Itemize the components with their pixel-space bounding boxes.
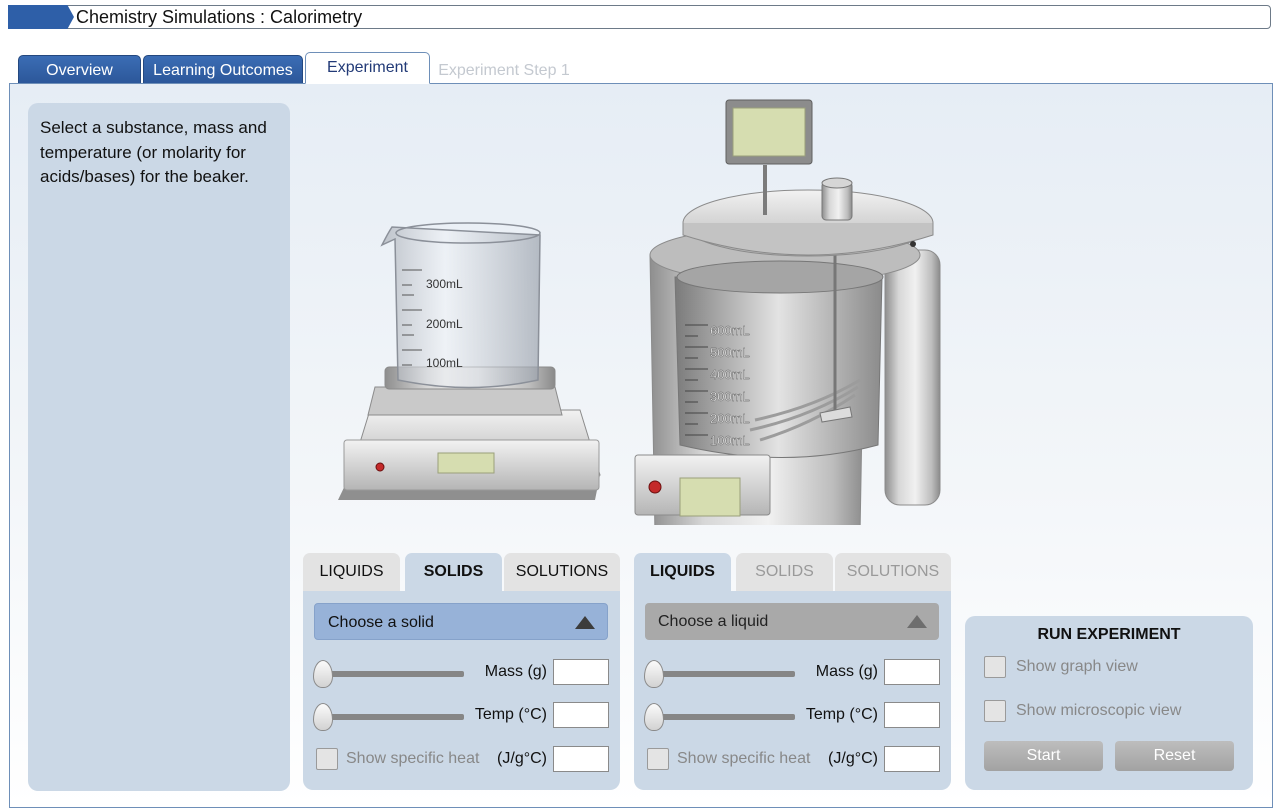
beaker-specific-heat-checkbox[interactable]: [316, 748, 338, 770]
beaker-controls: LIQUIDS SOLIDS SOLUTIONS Choose a solid …: [303, 553, 620, 790]
beaker-mass-input[interactable]: [553, 659, 609, 685]
calorimeter-dropdown-value: Choose a liquid: [658, 613, 769, 630]
beaker-temp-slider-track[interactable]: [323, 714, 464, 720]
tab-experiment-step-1: Experiment Step 1: [438, 62, 570, 79]
apparatus-illustration: 300mL 200mL 100mL 600mL 500mL 400mL 300m…: [338, 99, 941, 525]
run-experiment-title: RUN EXPERIMENT: [1037, 626, 1181, 643]
triangle-up-icon: [575, 616, 595, 629]
tab-learning-outcomes[interactable]: Learning Outcomes: [143, 55, 303, 84]
instruction-panel: Select a substance, mass and temperature…: [28, 103, 290, 791]
beaker-specific-heat-unit: (J/g°C): [497, 750, 547, 767]
calorimeter-tab-solutions: SOLUTIONS: [835, 553, 951, 591]
micro-view-row: Show microscopic view: [965, 698, 1281, 726]
beaker-mark: 100mL: [426, 356, 463, 370]
calorimeter-mass-row: Mass (g): [634, 659, 951, 688]
beaker-tab-solids[interactable]: SOLIDS: [405, 553, 502, 591]
beaker-dropdown-value: Choose a solid: [328, 614, 434, 631]
calorimeter-mass-slider-track[interactable]: [654, 671, 795, 677]
calorimeter: 600mL 500mL 400mL 300mL 200mL 100mL: [634, 99, 941, 525]
beaker-mass-row: Mass (g): [303, 659, 620, 688]
beaker-temp-row: Temp (°C): [303, 702, 620, 731]
graph-view-checkbox[interactable]: [984, 656, 1006, 678]
calorimeter-mark: 300mL: [710, 389, 750, 404]
beaker-mark: 200mL: [426, 317, 463, 331]
triangle-up-icon: [907, 615, 927, 628]
calorimeter-mark: 600mL: [710, 323, 750, 338]
calorimeter-tab-liquids[interactable]: LIQUIDS: [634, 553, 731, 591]
instruction-text: Select a substance, mass and temperature…: [40, 118, 267, 186]
window-title: Chemistry Simulations : Calorimetry: [76, 7, 363, 27]
beaker: 300mL 200mL 100mL: [380, 222, 541, 389]
beaker-specific-heat-input[interactable]: [553, 746, 609, 772]
tab-experiment[interactable]: Experiment: [305, 52, 430, 84]
graph-view-label: Show graph view: [1016, 658, 1138, 675]
beaker-temp-input[interactable]: [553, 702, 609, 728]
beaker-mass-label: Mass (g): [484, 663, 547, 680]
micro-view-label: Show microscopic view: [1016, 702, 1182, 719]
beaker-tab-solutions[interactable]: SOLUTIONS: [504, 553, 620, 591]
beaker-specific-heat-row: Show specific heat (J/g°C): [303, 746, 620, 774]
calorimeter-specific-heat-label: Show specific heat: [677, 750, 811, 767]
tab-overview[interactable]: Overview: [18, 55, 141, 84]
beaker-specific-heat-label: Show specific heat: [346, 750, 480, 767]
beaker-temp-label: Temp (°C): [474, 706, 547, 723]
title-tag-icon: [8, 5, 74, 29]
calorimeter-mark: 100mL: [710, 433, 750, 448]
calorimeter-specific-heat-unit: (J/g°C): [828, 750, 878, 767]
start-button[interactable]: Start: [984, 741, 1103, 771]
hot-plate-display: [437, 452, 495, 474]
beaker-controls-body: Choose a solid Mass (g) Temp (°C) Show s…: [303, 591, 620, 790]
slider-thumb-icon[interactable]: [644, 703, 664, 731]
calorimeter-display: [679, 477, 741, 517]
calorimeter-specific-heat-checkbox[interactable]: [647, 748, 669, 770]
run-experiment-panel: RUN EXPERIMENT Show graph view Show micr…: [965, 616, 1253, 790]
slider-thumb-icon[interactable]: [644, 660, 664, 688]
calorimeter-temp-input[interactable]: [884, 702, 940, 728]
calorimeter-specific-heat-input[interactable]: [884, 746, 940, 772]
calorimeter-substance-tabs: LIQUIDS SOLIDS SOLUTIONS: [634, 553, 951, 591]
reset-button[interactable]: Reset: [1115, 741, 1234, 771]
beaker-substance-tabs: LIQUIDS SOLIDS SOLUTIONS: [303, 553, 620, 591]
slider-thumb-icon[interactable]: [313, 703, 333, 731]
micro-view-checkbox[interactable]: [984, 700, 1006, 722]
calorimeter-controls-body: Choose a liquid Mass (g) Temp (°C) Show …: [634, 591, 951, 790]
calorimeter-substance-dropdown[interactable]: Choose a liquid: [645, 603, 939, 640]
calorimeter-controls: LIQUIDS SOLIDS SOLUTIONS Choose a liquid…: [634, 553, 951, 790]
title-bar: Chemistry Simulations : Calorimetry: [8, 5, 1271, 29]
hot-plate-indicator-light: [375, 462, 385, 472]
calorimeter-temp-label: Temp (°C): [805, 706, 878, 723]
calorimeter-mass-input[interactable]: [884, 659, 940, 685]
calorimeter-mark: 500mL: [710, 345, 750, 360]
thermometer-display: [732, 107, 806, 157]
calorimeter-specific-heat-row: Show specific heat (J/g°C): [634, 746, 951, 774]
calorimeter-temp-slider-track[interactable]: [654, 714, 795, 720]
graph-view-row: Show graph view: [965, 654, 1281, 682]
calorimeter-tab-solids: SOLIDS: [736, 553, 833, 591]
calorimeter-mark: 200mL: [710, 411, 750, 426]
beaker-mass-slider-track[interactable]: [323, 671, 464, 677]
calorimeter-indicator-light: [648, 480, 662, 494]
beaker-mark: 300mL: [426, 277, 463, 291]
calorimeter-temp-row: Temp (°C): [634, 702, 951, 731]
beaker-tab-liquids[interactable]: LIQUIDS: [303, 553, 400, 591]
beaker-substance-dropdown[interactable]: Choose a solid: [314, 603, 608, 640]
calorimeter-mark: 400mL: [710, 367, 750, 382]
calorimeter-mass-label: Mass (g): [815, 663, 878, 680]
slider-thumb-icon[interactable]: [313, 660, 333, 688]
